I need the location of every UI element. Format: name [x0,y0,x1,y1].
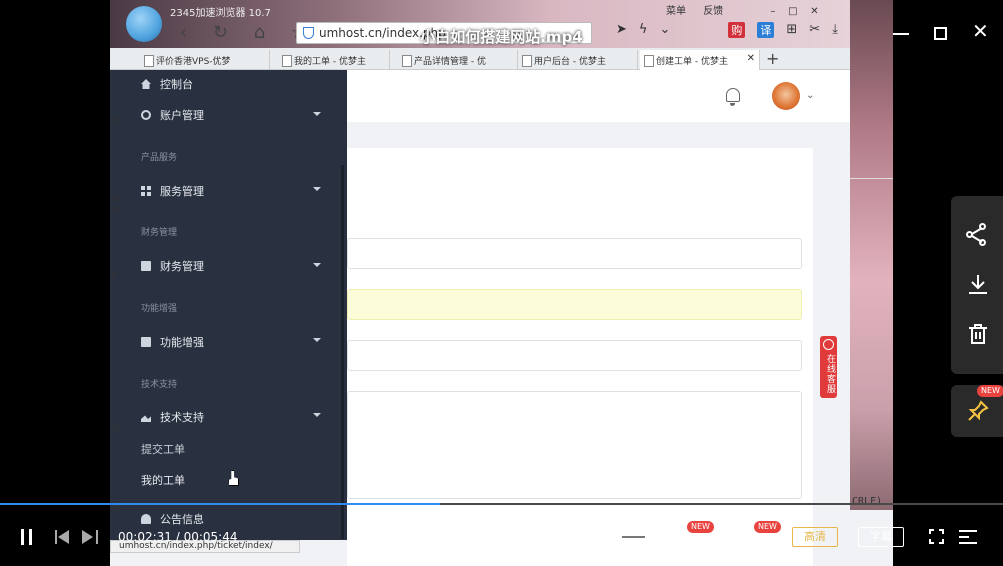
caret-down-icon [313,413,321,417]
browser-top-links: 菜单 反馈 – □ ✕ [666,6,819,17]
edge-text: ja [111,205,120,215]
video-title: 小白如何搭建网站.mp4 [420,28,583,46]
group-label: 财务管理 [141,228,178,238]
feedback-link: 反馈 [703,6,724,17]
next-icon[interactable] [82,530,98,544]
chevron-down-icon: ⌄ [806,90,815,101]
pause-icon[interactable] [20,529,34,545]
tab: 用户后台 - 优梦主 [518,50,638,70]
download-icon[interactable] [966,272,990,296]
edge-text: 换 [111,503,121,513]
caret-down-icon [313,263,321,267]
volume-icon[interactable] [538,528,558,550]
sidebar-item-services: 服务管理 [141,183,204,199]
edge-text: ro [111,116,121,126]
new-badge: NEW [977,385,1003,397]
notice-field [347,289,802,320]
previous-icon[interactable] [55,530,71,544]
tab: 评价香港VPS-优梦 [140,50,270,70]
maximize-button[interactable] [934,27,947,40]
browser-name: 2345加速浏览器 10.7 [170,8,271,19]
group-label: 功能增强 [141,304,178,314]
bell-icon [726,88,740,106]
caret-down-icon [313,187,321,191]
tab: 我的工单 - 优梦主 [278,50,390,70]
menu-link: 菜单 [666,6,686,17]
new-badge: NEW [687,521,714,533]
card-icon [141,261,151,271]
new-tab-icon: + [766,49,780,68]
tab: 产品详情管理 - 优 [398,50,518,70]
image-icon [141,412,151,422]
progress-fill [0,503,441,505]
minimize-button[interactable] [893,33,909,35]
edge-text: er [111,194,121,204]
sidebar-item-features: 功能增强 [141,334,204,350]
recorded-tab-bar: 评价香港VPS-优梦 我的工单 - 优梦主 产品详情管理 - 优 用户后台 - … [110,48,850,70]
video-player: CRLF) 2345加速浏览器 10.7 ‹ ↻ ⌂ ☆ umhost.cn/i… [0,0,1003,566]
group-label: 技术支持 [141,380,178,390]
close-button[interactable]: ✕ [972,21,989,41]
bell-icon [141,514,151,524]
sidebar-item-account: 账户管理 [141,107,204,123]
volume-knob[interactable] [612,532,622,542]
new-badge: NEW [754,521,781,533]
card-icon [141,337,151,347]
subtitle-button[interactable]: 字幕 [858,527,904,547]
volume-slider[interactable] [565,532,645,542]
sidebar-subitem-my-tickets: 我的工单 [141,474,185,487]
share-icon[interactable] [966,223,990,247]
progress-bar[interactable] [0,503,1003,505]
pin-icon[interactable] [967,400,989,427]
sidebar-item-support: 技术支持 [141,409,204,425]
sidebar-scrollbar [341,165,344,539]
content-textarea [347,391,802,499]
sidebar-subitem-submit-ticket: 提交工单 [141,443,185,456]
sidebar-item-finance: 财务管理 [141,258,204,274]
edge-text: E [111,270,117,280]
group-label: 产品服务 [141,153,178,163]
user-icon [141,110,151,120]
online-help-badge: 在线客服 [820,336,837,398]
fullscreen-icon[interactable] [929,529,944,544]
time-display: 00:02:31 / 00:05:44 [118,530,238,544]
background-window-edge: CRLF) [850,0,893,510]
grid-icon [141,186,151,196]
form-field [347,340,802,371]
quality-button[interactable]: 高清 [792,527,838,547]
home-icon [141,79,151,89]
sidebar-item-announcements: 公告信息 [141,511,204,527]
trash-icon[interactable] [966,322,990,346]
caret-down-icon [313,338,321,342]
playlist-icon[interactable] [959,529,977,544]
sidebar-item-dashboard: 控制台 [141,76,193,92]
tab-active: 创建工单 - 优梦主 ✕ [640,50,760,70]
avatar [772,82,800,110]
form-field [347,238,802,269]
crlf-text: CRLF) [852,496,883,507]
edge-text: 览 [111,425,121,435]
caret-down-icon [313,112,321,116]
